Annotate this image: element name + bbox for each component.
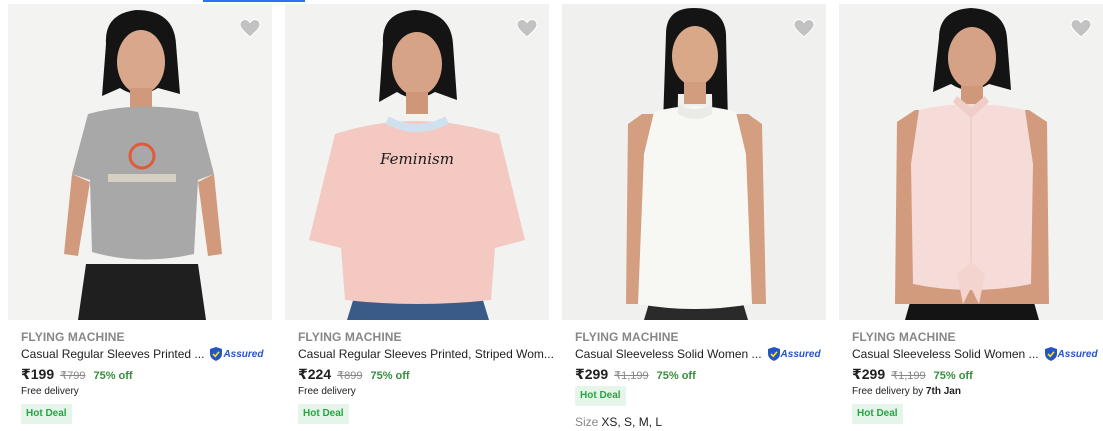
selling-price: ₹224 [298,366,332,382]
assured-shield-icon [1044,347,1057,361]
original-price: ₹1,199 [891,370,926,382]
product-image[interactable]: Feminism [285,4,549,320]
product-image[interactable] [8,4,272,320]
wishlist-heart-icon[interactable] [515,16,539,40]
product-card[interactable]: FLYING MACHINE Casual Sleeveless Solid W… [560,0,830,431]
price-row: ₹299 ₹1,199 75% off [575,366,696,384]
wishlist-heart-icon[interactable] [238,16,262,40]
discount-percent: 75% off [93,370,133,382]
top-white-sleeveless-image [562,4,826,320]
original-price: ₹799 [60,370,86,382]
assured-label: Assured [1057,348,1098,360]
assured-label: Assured [780,348,821,360]
product-title[interactable]: Casual Regular Sleeves Printed ... [21,347,204,361]
product-card[interactable]: FLYING MACHINE Casual Sleeveless Solid W… [837,0,1103,431]
hot-deal-badge: Hot Deal [21,404,72,424]
assured-label: Assured [223,348,264,360]
hot-deal-badge: Hot Deal [575,386,626,406]
product-image[interactable] [839,4,1103,320]
product-title-row[interactable]: Casual Regular Sleeves Printed ... Assur… [21,346,263,362]
wishlist-heart-icon[interactable] [792,16,816,40]
product-title[interactable]: Casual Sleeveless Solid Women ... [852,347,1039,361]
original-price: ₹1,199 [614,370,649,382]
size-label: Size [575,415,599,429]
brand-name: FLYING MACHINE [852,330,956,344]
price-row: ₹199 ₹799 75% off [21,366,133,384]
selling-price: ₹299 [852,366,886,382]
product-title-row[interactable]: Casual Sleeveless Solid Women ... Assure… [852,346,1098,362]
hot-deal-badge: Hot Deal [298,404,349,424]
delivery-prefix: Free delivery by [852,386,924,397]
size-values[interactable]: XS, S, M, L [601,415,662,429]
delivery-info: Free delivery by 7th Jan [852,386,961,397]
assured-shield-icon [767,347,780,361]
discount-percent: 75% off [933,370,973,382]
delivery-info: Free delivery [298,386,356,397]
product-title-row[interactable]: Casual Regular Sleeves Printed, Striped … [298,346,554,362]
delivery-date: 7th Jan [925,386,961,397]
discount-percent: 75% off [656,370,696,382]
product-grid: FLYING MACHINE Casual Regular Sleeves Pr… [0,0,1103,431]
top-pink-sleeveless-shirt-image [839,4,1103,320]
tshirt-pink-feminism-image: Feminism [285,4,549,320]
delivery-info: Free delivery [21,386,79,397]
price-row: ₹299 ₹1,199 75% off [852,366,973,384]
original-price: ₹899 [337,370,363,382]
brand-name: FLYING MACHINE [21,330,125,344]
selling-price: ₹199 [21,366,55,382]
assured-badge: Assured [767,347,821,361]
wishlist-heart-icon[interactable] [1069,16,1093,40]
product-card[interactable]: FLYING MACHINE Casual Regular Sleeves Pr… [6,0,276,431]
tshirt-grey-printed-image [8,4,272,320]
brand-name: FLYING MACHINE [575,330,679,344]
product-card[interactable]: Feminism FLYING MACHINE Casual Regular S… [283,0,554,431]
print-text: Feminism [379,150,454,168]
product-title-row[interactable]: Casual Sleeveless Solid Women ... Assure… [575,346,821,362]
hot-deal-badge: Hot Deal [852,404,903,424]
size-options[interactable]: Size XS, S, M, L [575,415,662,429]
assured-badge: Assured [210,347,263,361]
assured-badge: Assured [1044,347,1098,361]
product-image[interactable] [562,4,826,320]
selling-price: ₹299 [575,366,609,382]
product-title[interactable]: Casual Regular Sleeves Printed, Striped … [298,347,554,361]
brand-name: FLYING MACHINE [298,330,402,344]
discount-percent: 75% off [370,370,410,382]
price-row: ₹224 ₹899 75% off [298,366,410,384]
product-title[interactable]: Casual Sleeveless Solid Women ... [575,347,762,361]
assured-shield-icon [210,347,223,361]
